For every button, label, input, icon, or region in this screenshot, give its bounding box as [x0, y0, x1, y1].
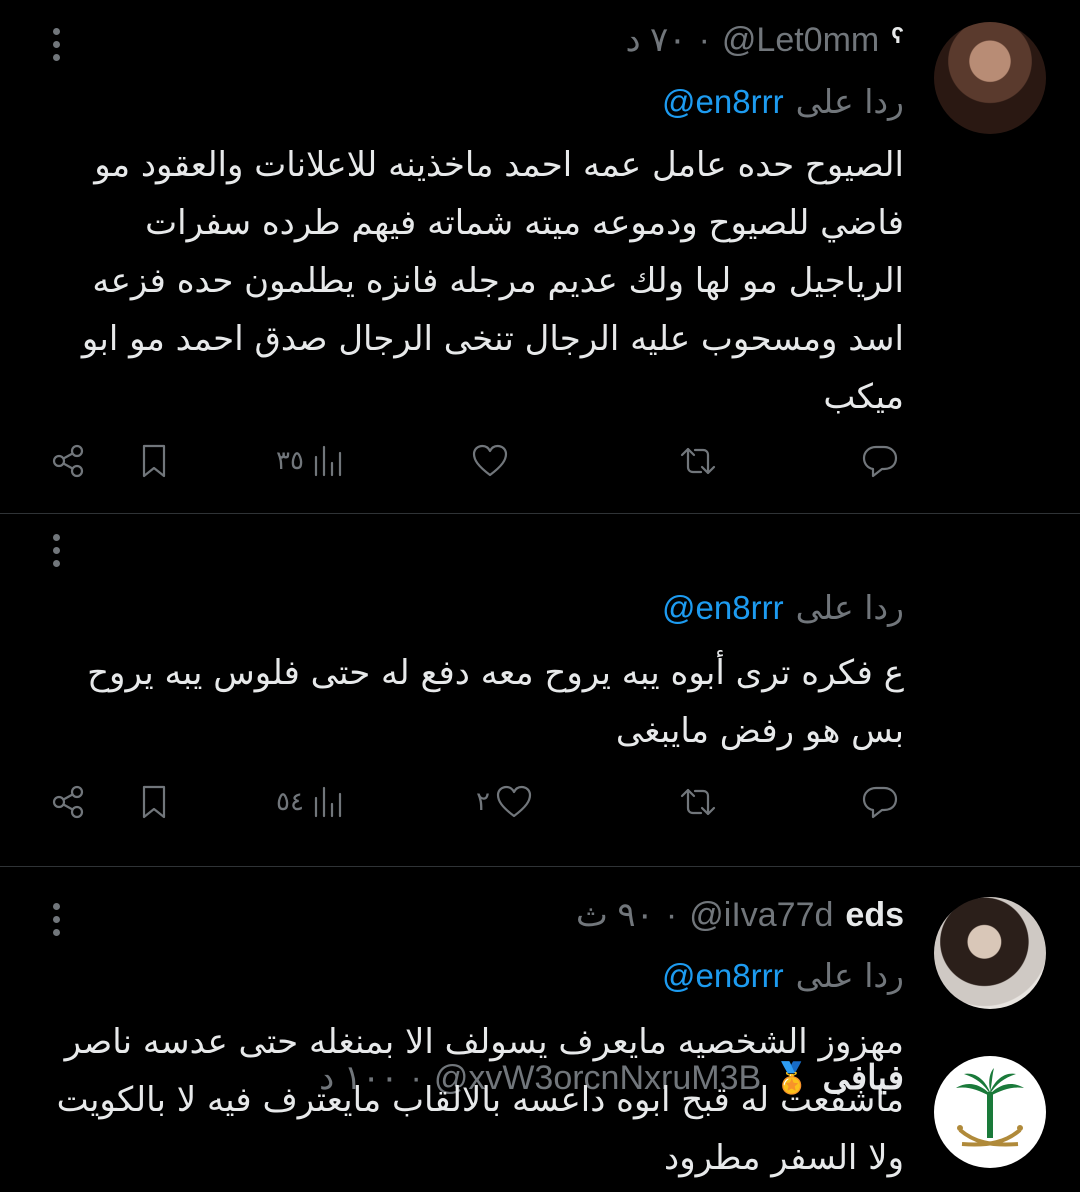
reply-mention-link[interactable]: @en8rrr: [662, 83, 784, 121]
retweet-icon: [680, 447, 716, 475]
reply-context: ردا على @en8rrr: [662, 82, 904, 121]
timestamp[interactable]: ٧٠ د: [625, 20, 686, 60]
share-icon: [52, 785, 84, 819]
share-button[interactable]: [48, 774, 88, 830]
retweet-button[interactable]: [674, 433, 718, 489]
tweet-2[interactable]: فيافى 🏅 @xvW3orcnNxruM3B · ١٠٠ د ردا على…: [0, 514, 1080, 1168]
share-button[interactable]: [48, 433, 88, 489]
tweet-text: مهزوز الشخصيه مايعرف يسولف الا بمنغله حت…: [56, 1022, 904, 1178]
display-name[interactable]: eds: [845, 896, 904, 935]
bookmark-icon: [142, 785, 166, 819]
reply-button[interactable]: [856, 433, 900, 489]
avatar[interactable]: [934, 22, 1046, 134]
tweet-1[interactable]: ˁ @Let0mm · ٧٠ د ردا على @en8rrr الصيوح …: [0, 0, 1080, 514]
more-options-icon[interactable]: [46, 534, 66, 567]
views-chart-icon: [314, 786, 342, 818]
reply-context: ردا على @en8rrr: [662, 956, 904, 995]
reply-label: ردا على: [795, 82, 904, 121]
tweet-text: ع فكره ترى أبوه يبه يروح معه دفع له حتى …: [87, 653, 904, 751]
reply-bubble-icon: [862, 786, 898, 819]
tweet-header: ˁ @Let0mm · ٧٠ د: [625, 20, 904, 60]
tweet-header: eds @iIva77d · ٩٠ ث: [576, 895, 904, 935]
timestamp[interactable]: ٩٠ ث: [576, 895, 654, 935]
reply-context: ردا على @en8rrr: [662, 588, 904, 627]
bookmark-icon: [142, 444, 166, 478]
reply-mention-link[interactable]: @en8rrr: [662, 589, 784, 627]
display-name[interactable]: ˁ: [891, 21, 904, 60]
like-count: ٢: [476, 787, 490, 817]
tweet-text: الصيوح حده عامل عمه احمد ماخذينه للاعلان…: [81, 145, 904, 417]
reply-label: ردا على: [795, 956, 904, 995]
views-count: ٣٥: [276, 446, 304, 476]
avatar[interactable]: [934, 897, 1046, 1009]
user-handle[interactable]: @Let0mm: [722, 21, 879, 60]
separator-dot: ·: [665, 895, 678, 934]
share-icon: [52, 444, 84, 478]
views-button[interactable]: ٣٥: [276, 433, 348, 489]
reply-bubble-icon: [862, 445, 898, 478]
views-button[interactable]: ٥٤: [276, 774, 348, 830]
more-options-icon[interactable]: [46, 28, 66, 61]
tweet-actions: ٥٤ ٢: [48, 774, 908, 830]
bookmark-button[interactable]: [134, 774, 174, 830]
like-button[interactable]: ٢: [476, 774, 534, 830]
reply-mention-link[interactable]: @en8rrr: [662, 957, 784, 995]
retweet-button[interactable]: [674, 774, 718, 830]
views-count: ٥٤: [276, 787, 304, 817]
views-chart-icon: [314, 445, 342, 477]
reply-button[interactable]: [856, 774, 900, 830]
retweet-icon: [680, 788, 716, 816]
heart-icon: [496, 785, 532, 818]
tweet-3[interactable]: eds @iIva77d · ٩٠ ث ردا على @en8rrr مهزو…: [0, 867, 1080, 1192]
reply-label: ردا على: [795, 588, 904, 627]
more-options-icon[interactable]: [46, 903, 66, 936]
user-handle[interactable]: @iIva77d: [689, 896, 833, 935]
like-button[interactable]: [466, 433, 510, 489]
heart-icon: [472, 444, 508, 477]
bookmark-button[interactable]: [134, 433, 174, 489]
separator-dot: ·: [698, 20, 710, 59]
tweet-actions: ٣٥: [48, 433, 908, 489]
